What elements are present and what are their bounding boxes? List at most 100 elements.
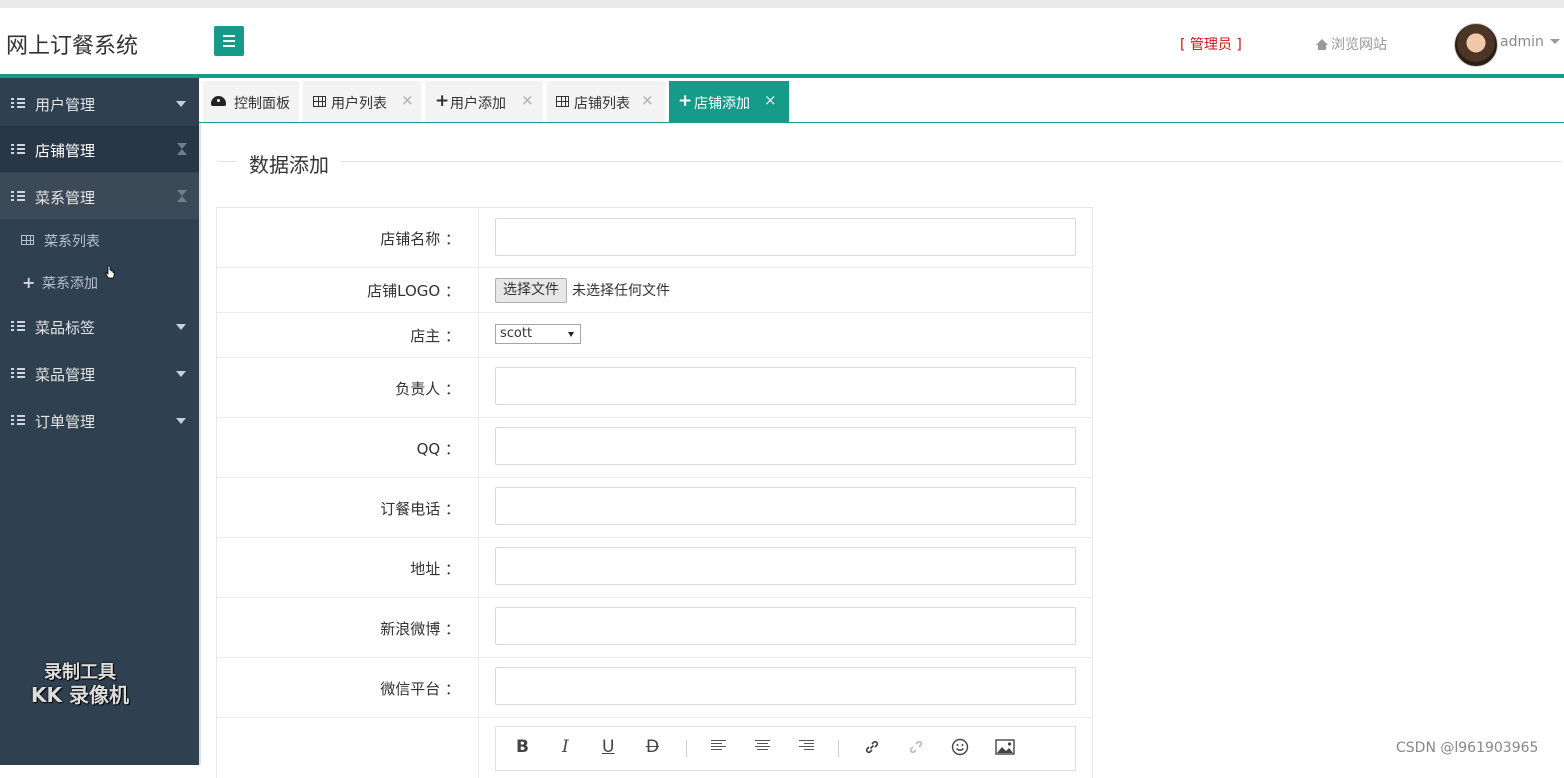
bold-button[interactable]: B <box>516 737 529 757</box>
sidebar-item-user-mgmt[interactable]: 用户管理 <box>0 80 199 126</box>
phone-input[interactable] <box>495 487 1076 525</box>
tab-label: 用户列表 <box>331 96 387 112</box>
form-legend: 数据添加 <box>237 149 341 178</box>
close-icon[interactable]: × <box>521 91 534 109</box>
recorder-watermark-line2: KK 录像机 <box>31 683 129 707</box>
qq-input[interactable] <box>495 427 1076 465</box>
sidebar-item-dish-mgmt[interactable]: 菜品管理 <box>0 350 199 396</box>
caret-down-icon <box>176 418 186 424</box>
shop-form: 店铺名称 ： 店铺LOGO ： 选择文件 未选择任何文件 店主 ： scott … <box>216 207 1093 778</box>
role-badge: [ 管理员 ] <box>1180 34 1242 54</box>
form-row-phone: 订餐电话 ： <box>217 478 1092 538</box>
field-label: 地址 ： <box>410 560 460 578</box>
rich-text-editor[interactable]: B I U D <box>495 726 1076 771</box>
plus-icon: + <box>678 91 693 111</box>
plus-icon: + <box>435 91 450 111</box>
owner-select-value: scott <box>500 326 533 341</box>
tab-label: 控制面板 <box>234 96 290 112</box>
strikethrough-button[interactable]: D <box>646 737 659 757</box>
tab-user-add[interactable]: + 用户添加 × <box>425 81 543 122</box>
field-label: 负责人 ： <box>395 380 460 398</box>
image-icon[interactable] <box>995 739 1015 755</box>
sidebar-subitem-label: 菜系列表 <box>44 234 100 250</box>
sidebar-item-label: 用户管理 <box>35 96 96 114</box>
form-row-wechat: 微信平台 ： <box>217 658 1092 718</box>
unlink-icon[interactable] <box>908 739 924 755</box>
address-input[interactable] <box>495 547 1076 585</box>
field-label: 订餐电话 ： <box>380 500 460 518</box>
mouse-pointer-icon <box>105 266 115 279</box>
sidebar-subitem-cuisine-add[interactable]: + 菜系添加 <box>0 261 199 303</box>
field-label: 新浪微博 ： <box>380 620 460 638</box>
form-row-owner: 店主 ： scott <box>217 313 1092 358</box>
italic-button[interactable]: I <box>562 737 569 757</box>
app-title: 网上订餐系统 <box>6 34 139 59</box>
align-center-icon[interactable] <box>755 740 770 755</box>
top-header: 网上订餐系统 [ 管理员 ] 浏览网站 admin <box>0 8 1564 74</box>
sidebar-item-label: 店铺管理 <box>35 142 96 160</box>
sidebar-subitem-label: 菜系添加 <box>42 276 98 292</box>
tab-shop-add[interactable]: + 店铺添加 × <box>669 81 789 122</box>
align-left-icon[interactable] <box>711 740 726 755</box>
tab-dashboard[interactable]: 控制面板 <box>203 81 299 122</box>
file-status-text: 未选择任何文件 <box>572 283 670 299</box>
home-icon <box>1316 39 1328 50</box>
choose-file-button[interactable]: 选择文件 <box>495 278 567 303</box>
sidebar: 用户管理 店铺管理 菜系管理 菜系列表 + 菜系添加 菜品标签 菜品管理 订单管… <box>0 78 199 765</box>
shop-name-input[interactable] <box>495 218 1076 256</box>
manager-input[interactable] <box>495 367 1076 405</box>
field-label: 店铺名称 ： <box>380 230 460 248</box>
list-icon <box>11 191 25 201</box>
tab-user-list[interactable]: 用户列表 × <box>303 81 421 122</box>
close-icon[interactable]: × <box>641 91 654 109</box>
form-row-manager: 负责人 ： <box>217 358 1092 418</box>
sidebar-subitem-cuisine-list[interactable]: 菜系列表 <box>0 219 199 261</box>
sidebar-item-cuisine-mgmt[interactable]: 菜系管理 <box>0 173 199 219</box>
recorder-watermark: 录制工具 KK 录像机 <box>20 662 140 706</box>
wechat-input[interactable] <box>495 667 1076 705</box>
chevron-down-icon <box>1549 39 1560 44</box>
form-row-shop-name: 店铺名称 ： <box>217 208 1092 268</box>
user-menu[interactable]: admin <box>1500 34 1560 50</box>
toolbar-divider <box>838 740 839 757</box>
form-row-shop-logo: 店铺LOGO ： 选择文件 未选择任何文件 <box>217 268 1092 313</box>
underline-button[interactable]: U <box>602 737 614 757</box>
list-icon <box>11 415 25 425</box>
menu-toggle-button[interactable] <box>214 26 244 56</box>
weibo-input[interactable] <box>495 607 1076 645</box>
align-right-icon[interactable] <box>799 740 814 755</box>
caret-down-icon <box>176 101 186 107</box>
owner-select[interactable]: scott <box>495 324 581 344</box>
user-name: admin <box>1500 34 1544 50</box>
recorder-watermark-line1: 录制工具 <box>44 662 116 683</box>
tab-label: 店铺添加 <box>694 96 750 112</box>
list-icon <box>11 144 25 154</box>
role-label: [ 管理员 ] <box>1180 37 1242 53</box>
browse-site-link[interactable]: 浏览网站 <box>1316 34 1387 54</box>
avatar[interactable] <box>1454 23 1498 67</box>
collapse-icon <box>176 142 188 156</box>
tab-label: 店铺列表 <box>574 96 630 112</box>
sidebar-item-label: 菜系管理 <box>35 189 96 207</box>
legend-divider <box>217 161 1562 162</box>
sidebar-item-shop-mgmt[interactable]: 店铺管理 <box>0 126 199 172</box>
chevron-down-icon <box>568 332 574 337</box>
sidebar-item-order-mgmt[interactable]: 订单管理 <box>0 397 199 443</box>
emoji-icon[interactable] <box>951 738 969 756</box>
close-icon[interactable]: × <box>764 91 777 109</box>
collapse-icon <box>176 189 188 203</box>
list-icon <box>11 98 25 108</box>
main-content: 数据添加 店铺名称 ： 店铺LOGO ： 选择文件 未选择任何文件 店主 ： s… <box>199 123 1564 778</box>
csdn-watermark: CSDN @l961903965 <box>1396 740 1539 756</box>
link-icon[interactable] <box>864 739 880 755</box>
toolbar-divider <box>686 740 687 757</box>
field-label: 店主 ： <box>410 327 460 345</box>
sidebar-item-dish-tags[interactable]: 菜品标签 <box>0 303 199 349</box>
plus-icon: + <box>22 273 36 292</box>
sidebar-item-label: 订单管理 <box>35 413 96 431</box>
close-icon[interactable]: × <box>401 91 414 109</box>
tab-shop-list[interactable]: 店铺列表 × <box>547 81 665 122</box>
form-row-qq: QQ ： <box>217 418 1092 478</box>
tab-bar: 控制面板 用户列表 × + 用户添加 × 店铺列表 × + 店铺添加 × <box>199 78 1564 123</box>
field-label: QQ ： <box>416 440 460 458</box>
